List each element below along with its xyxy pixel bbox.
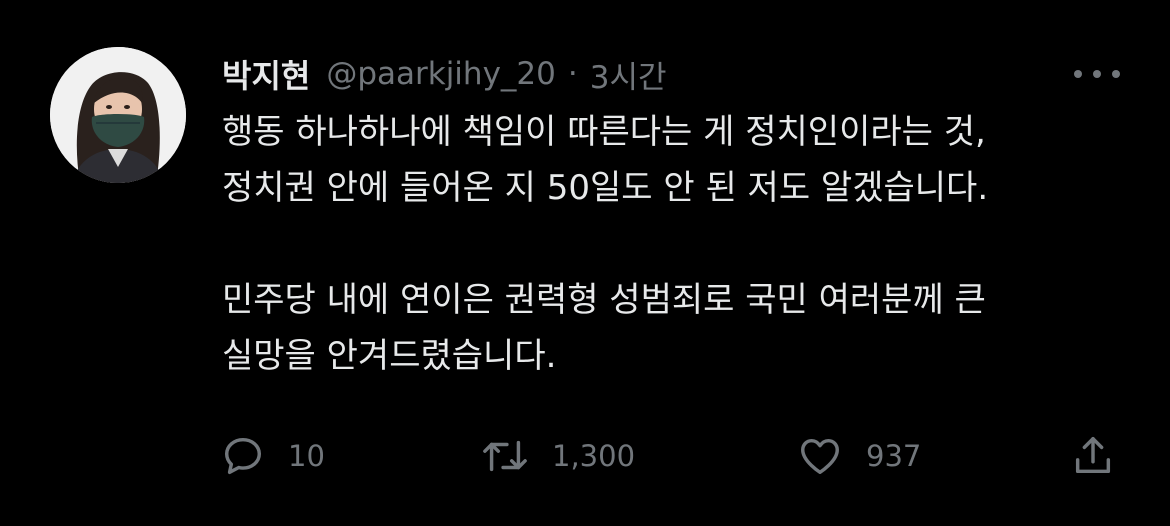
retweet-button[interactable]: 1,300	[480, 428, 635, 484]
reply-button[interactable]: 10	[220, 428, 325, 484]
separator-dot: ·	[567, 56, 578, 92]
more-dot	[1112, 70, 1120, 78]
like-count: 937	[866, 439, 922, 473]
more-dot	[1074, 70, 1082, 78]
tweet-header: 박지현 @paarkjihy_20 · 3시간	[222, 52, 667, 96]
action-bar: 10 1,300 937	[0, 428, 1170, 484]
timestamp[interactable]: 3시간	[590, 52, 667, 97]
tweet-line: 행동 하나하나에 책임이 따른다는 게 정치인이라는 것,	[222, 112, 986, 152]
share-icon	[1070, 433, 1116, 479]
tweet-line: 실망을 안겨드렸습니다.	[222, 336, 557, 376]
avatar[interactable]	[50, 47, 186, 183]
more-dot	[1093, 70, 1101, 78]
retweet-icon	[480, 433, 530, 479]
tweet[interactable]: 박지현 @paarkjihy_20 · 3시간 행동 하나하나에 책임이 따른다…	[0, 0, 1170, 526]
user-handle[interactable]: @paarkjihy_20	[326, 56, 556, 92]
like-button[interactable]: 937	[796, 428, 921, 484]
reply-count: 10	[288, 439, 325, 473]
tweet-line: 정치권 안에 들어온 지 50일도 안 된 저도 알겠습니다.	[222, 168, 989, 208]
retweet-count: 1,300	[552, 439, 636, 473]
like-icon	[796, 433, 844, 479]
tweet-line: 민주당 내에 연이은 권력형 성범죄로 국민 여러분께 큰	[222, 280, 986, 320]
more-icon[interactable]	[1074, 56, 1120, 92]
share-button[interactable]	[1070, 428, 1116, 484]
tweet-text: 행동 하나하나에 책임이 따른다는 게 정치인이라는 것, 정치권 안에 들어온…	[222, 104, 1122, 384]
reply-icon	[220, 433, 266, 479]
display-name[interactable]: 박지현	[222, 51, 310, 97]
